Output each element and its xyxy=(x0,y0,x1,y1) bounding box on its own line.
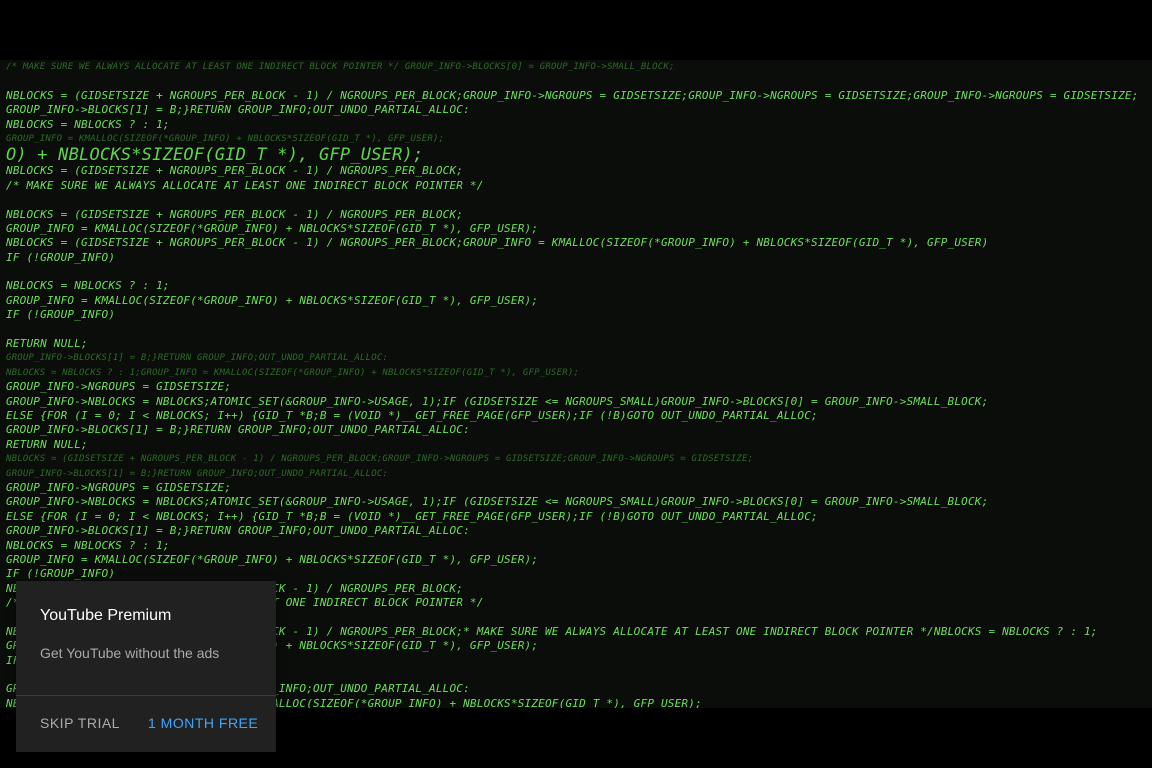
code-line: NBLOCKS = NBLOCKS ? : 1; xyxy=(6,538,170,552)
code-line: GROUP_INFO->BLOCKS[1] = B;}RETURN GROUP_… xyxy=(6,468,389,479)
code-line: NBLOCKS = NBLOCKS ? : 1; xyxy=(6,279,170,293)
promo-divider xyxy=(16,695,276,696)
screen: /* MAKE SURE WE ALWAYS ALLOCATE AT LEAST… xyxy=(0,0,1152,768)
code-line: NBLOCKS = (GIDSETSIZE + NGROUPS_PER_BLOC… xyxy=(6,454,754,465)
code-line: IF (!GROUP_INFO) xyxy=(6,250,116,264)
code-line: RETURN NULL; xyxy=(6,337,88,351)
code-line: GROUP_INFO->BLOCKS[1] = B;}RETURN GROUP_… xyxy=(6,353,389,364)
code-line: GROUP_INFO->NGROUPS = GIDSETSIZE; xyxy=(6,480,232,494)
code-line: NBLOCKS = (GIDSETSIZE + NGROUPS_PER_BLOC… xyxy=(6,164,464,178)
promo-subtitle: Get YouTube without the ads xyxy=(40,645,220,661)
code-line: /* MAKE SURE WE ALWAYS ALLOCATE AT LEAST… xyxy=(6,62,675,72)
skip-trial-button[interactable]: SKIP TRIAL xyxy=(40,715,120,731)
code-line: /* MAKE SURE WE ALWAYS ALLOCATE AT LEAST… xyxy=(6,178,484,192)
code-line: NBLOCKS = NBLOCKS ? : 1;GROUP_INFO = KMA… xyxy=(6,367,580,378)
code-line: NBLOCKS = (GIDSETSIZE + NGROUPS_PER_BLOC… xyxy=(6,207,464,221)
code-line: GROUP_INFO->BLOCKS[1] = B;}RETURN GROUP_… xyxy=(6,423,470,437)
code-line: GROUP_INFO = KMALLOC(SIZEOF(*GROUP_INFO)… xyxy=(6,221,539,235)
code-line: GROUP_INFO->NGROUPS = GIDSETSIZE; xyxy=(6,380,232,394)
code-line: GROUP_INFO = KMALLOC(SIZEOF(*GROUP_INFO)… xyxy=(6,133,445,144)
code-line: GROUP_INFO = KMALLOC(SIZEOF(*GROUP_INFO)… xyxy=(6,293,539,307)
code-line: NBLOCKS = (GIDSETSIZE + NGROUPS_PER_BLOC… xyxy=(6,236,989,250)
code-line: ELSE {FOR (I = 0; I < NBLOCKS; I++) {GID… xyxy=(6,509,818,523)
one-month-free-button[interactable]: 1 MONTH FREE xyxy=(148,715,258,731)
code-line: GROUP_INFO->BLOCKS[1] = B;}RETURN GROUP_… xyxy=(6,524,470,538)
code-line: GROUP_INFO = KMALLOC(SIZEOF(*GROUP_INFO)… xyxy=(6,552,539,566)
code-line: IF (!GROUP_INFO) xyxy=(6,567,116,581)
code-line: GROUP_INFO->NBLOCKS = NBLOCKS;ATOMIC_SET… xyxy=(6,495,989,509)
code-line: NBLOCKS = (GIDSETSIZE + NGROUPS_PER_BLOC… xyxy=(6,88,1139,102)
code-line: O) + NBLOCKS*SIZEOF(GID_T *), GFP_USER); xyxy=(6,146,424,165)
youtube-premium-promo: YouTube Premium Get YouTube without the … xyxy=(16,581,276,752)
code-line: RETURN NULL; xyxy=(6,437,88,451)
code-line: NBLOCKS = NBLOCKS ? : 1; xyxy=(6,117,170,131)
promo-title: YouTube Premium xyxy=(40,607,172,624)
code-line: GROUP_INFO->BLOCKS[1] = B;}RETURN GROUP_… xyxy=(6,103,470,117)
code-line: IF (!GROUP_INFO) xyxy=(6,308,116,322)
code-line: ELSE {FOR (I = 0; I < NBLOCKS; I++) {GID… xyxy=(6,408,818,422)
code-line: GROUP_INFO->NBLOCKS = NBLOCKS;ATOMIC_SET… xyxy=(6,394,989,408)
